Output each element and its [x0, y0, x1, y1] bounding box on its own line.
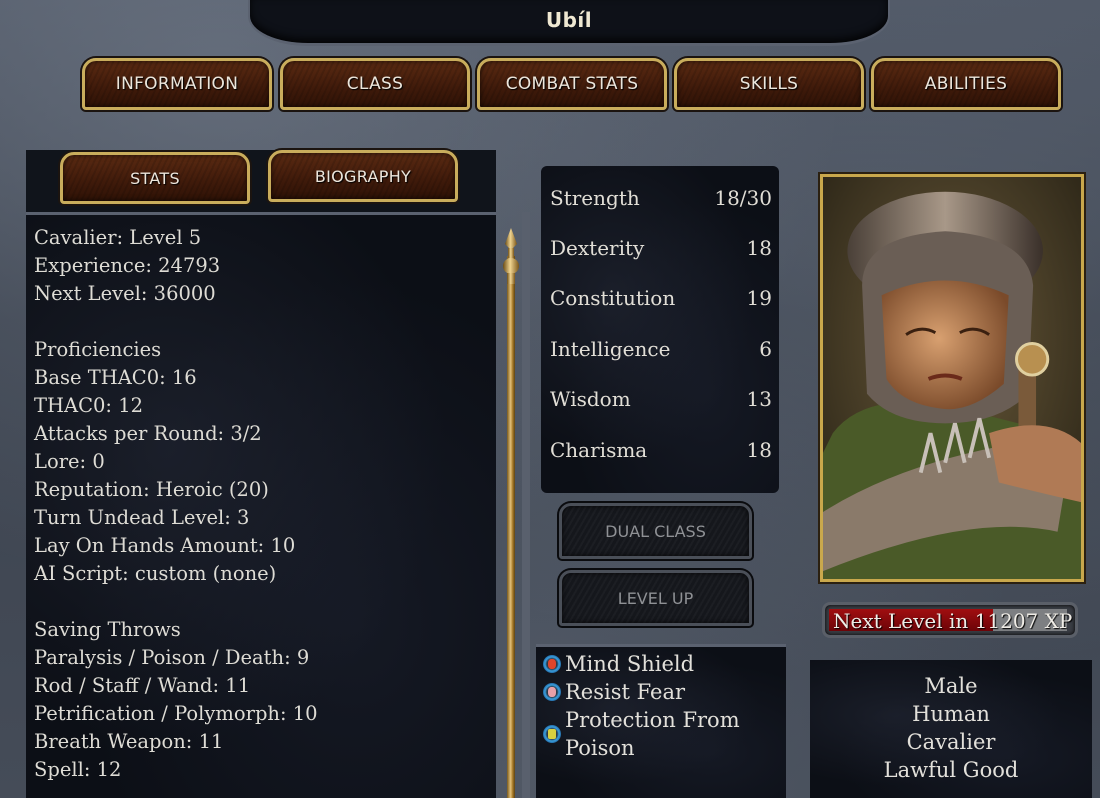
ability-value: 19 — [746, 286, 772, 310]
ability-name: Wisdom — [550, 387, 631, 411]
stats-line: Attacks per Round: 3/2 — [34, 422, 262, 445]
ability-row-dexterity[interactable]: Dexterity 18 — [550, 236, 772, 260]
tab-skills[interactable]: SKILLS — [674, 58, 864, 110]
ability-name: Constitution — [550, 286, 676, 310]
resist-fear-icon — [543, 683, 561, 701]
stats-line: Rod / Staff / Wand: 11 — [34, 674, 251, 697]
tab-stats[interactable]: STATS — [60, 152, 250, 204]
xp-progress-bar: Next Level in 11207 XP — [822, 602, 1078, 638]
scroll-edge — [522, 212, 530, 798]
ability-row-charisma[interactable]: Charisma 18 — [550, 438, 772, 462]
stats-line: Lay On Hands Amount: 10 — [34, 534, 296, 557]
ability-value: 13 — [746, 387, 772, 411]
stats-line: Next Level: 36000 — [34, 282, 216, 305]
xp-bar-label: Next Level in 11207 XP — [833, 609, 1073, 633]
stats-line: Base THAC0: 16 — [34, 366, 197, 389]
bio-class: Cavalier — [906, 730, 996, 754]
level-up-button[interactable]: LEVEL UP — [559, 570, 752, 626]
tab-biography[interactable]: BIOGRAPHY — [268, 150, 458, 202]
stats-spacer — [34, 308, 318, 336]
portrait-image — [823, 177, 1081, 579]
stats-line: Spell: 12 — [34, 758, 122, 781]
stats-line: Saving Throws — [34, 618, 181, 641]
ability-value: 18/30 — [714, 186, 772, 210]
stats-line: Petrification / Polymorph: 10 — [34, 702, 318, 725]
character-portrait[interactable] — [820, 174, 1084, 582]
effect-protection-from-poison: Protection From Poison — [543, 706, 740, 762]
dual-class-button[interactable]: DUAL CLASS — [559, 503, 752, 559]
stats-line: Reputation: Heroic (20) — [34, 478, 269, 501]
stats-line: Cavalier: Level 5 — [34, 226, 202, 249]
mind-shield-icon — [543, 655, 561, 673]
stats-line: Paralysis / Poison / Death: 9 — [34, 646, 310, 669]
scrollbar-track[interactable] — [507, 256, 515, 798]
effect-resist-fear: Resist Fear — [543, 678, 685, 706]
stats-line: Turn Undead Level: 3 — [34, 506, 250, 529]
ability-value: 18 — [746, 438, 772, 462]
character-name: Ubíl — [545, 8, 593, 32]
bio-gender: Male — [924, 674, 978, 698]
stats-line: Lore: 0 — [34, 450, 105, 473]
tab-information[interactable]: INFORMATION — [82, 58, 272, 110]
ability-name: Intelligence — [550, 337, 671, 361]
ability-value: 18 — [746, 236, 772, 260]
stats-line: Breath Weapon: 11 — [34, 730, 224, 753]
stats-line: AI Script: custom (none) — [34, 562, 277, 585]
tab-abilities[interactable]: ABILITIES — [871, 58, 1061, 110]
ability-name: Charisma — [550, 438, 648, 462]
bio-race: Human — [912, 702, 990, 726]
ability-row-strength[interactable]: Strength 18/30 — [550, 186, 772, 210]
protection-from-poison-icon — [543, 725, 561, 743]
stats-spacer — [34, 588, 318, 616]
stats-line: THAC0: 12 — [34, 394, 144, 417]
title-bar: Ubíl — [248, 0, 890, 46]
stats-text: Cavalier: Level 5 Experience: 24793 Next L… — [34, 224, 318, 784]
ability-name: Dexterity — [550, 236, 645, 260]
tab-combat-stats[interactable]: COMBAT STATS — [477, 58, 667, 110]
ability-value: 6 — [759, 337, 772, 361]
scrollbar-thumb-finial[interactable] — [500, 226, 522, 284]
ability-row-constitution[interactable]: Constitution 19 — [550, 286, 772, 310]
spear-finial-icon — [503, 228, 519, 284]
tab-class[interactable]: CLASS — [280, 58, 470, 110]
ability-name: Strength — [550, 186, 640, 210]
stats-line: Experience: 24793 — [34, 254, 221, 277]
ability-row-intelligence[interactable]: Intelligence 6 — [550, 337, 772, 361]
bio-summary: Male Human Cavalier Lawful Good — [810, 672, 1092, 784]
stats-line: Proficiencies — [34, 338, 162, 361]
bio-alignment: Lawful Good — [883, 758, 1019, 782]
ability-row-wisdom[interactable]: Wisdom 13 — [550, 387, 772, 411]
effect-mind-shield: Mind Shield — [543, 650, 694, 678]
